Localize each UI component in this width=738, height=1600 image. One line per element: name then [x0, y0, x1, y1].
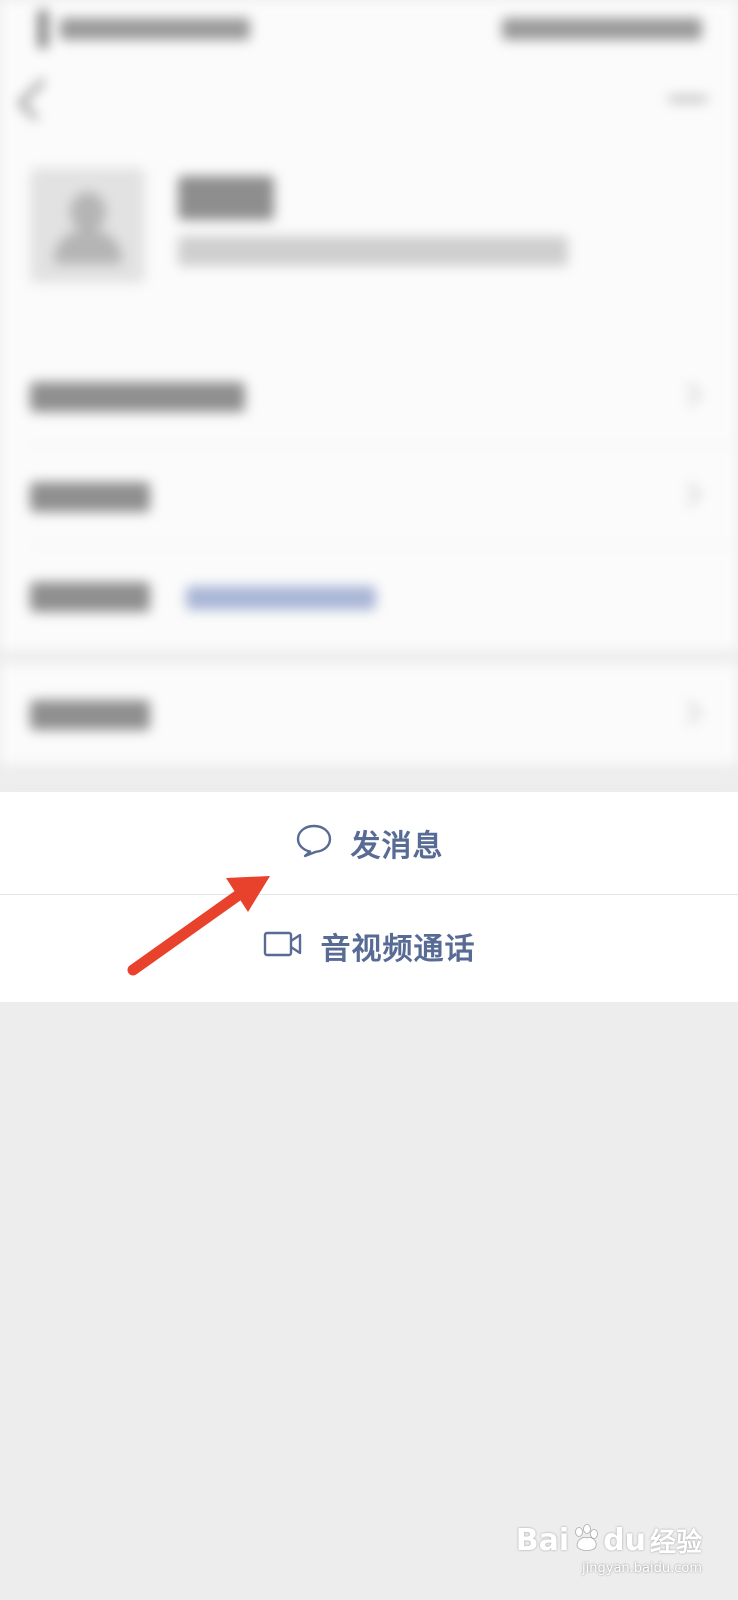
send-message-button[interactable]: 发消息	[0, 792, 738, 894]
screen: 发消息 音视频通话 Bai du 经验 jingyan.baidu.com	[0, 0, 738, 1600]
list-row-permissions[interactable]	[0, 446, 738, 546]
profile-id-redacted	[178, 236, 568, 266]
status-bar	[0, 0, 738, 56]
av-call-label: 音视频通话	[320, 932, 476, 967]
watermark-brand-tail: du	[603, 1523, 646, 1558]
paw-icon	[571, 1523, 601, 1558]
list-row-remarks[interactable]	[0, 346, 738, 446]
chat-bubble-icon	[295, 823, 333, 863]
av-call-button[interactable]: 音视频通话	[0, 895, 738, 997]
status-right-info	[502, 18, 702, 40]
baidu-jingyan-watermark: Bai du 经验 jingyan.baidu.com	[516, 1522, 702, 1576]
avatar-body-shape	[54, 230, 122, 264]
section-gap	[0, 764, 738, 790]
video-camera-icon	[263, 930, 303, 962]
status-left-info	[60, 18, 250, 40]
row-label-redacted	[30, 582, 150, 612]
row-value-link-redacted[interactable]	[186, 586, 376, 610]
chevron-right-icon	[677, 382, 702, 407]
chevron-right-icon	[677, 482, 702, 507]
more-options-icon[interactable]	[668, 96, 708, 102]
row-label-redacted	[30, 482, 150, 512]
row-label-redacted	[30, 382, 245, 412]
section-gap	[0, 650, 738, 664]
watermark-brand-text: Bai	[515, 1523, 570, 1558]
list-row-source	[0, 546, 738, 646]
watermark-url: jingyan.baidu.com	[582, 1561, 702, 1576]
row-label-redacted	[30, 700, 150, 730]
list-row-more-info[interactable]	[0, 664, 738, 764]
send-message-label: 发消息	[350, 829, 444, 864]
back-arrow-icon[interactable]	[17, 78, 60, 121]
chevron-right-icon	[677, 700, 702, 725]
watermark-product-text: 经验	[649, 1528, 702, 1558]
status-indicator-icon	[38, 10, 48, 48]
profile-name-redacted	[178, 176, 274, 220]
action-sheet: 发消息 音视频通话	[0, 792, 738, 1002]
avatar[interactable]	[30, 168, 145, 283]
watermark-logo: Bai du 经验	[516, 1522, 702, 1559]
blurred-profile-area	[0, 0, 738, 790]
avatar-head-shape	[70, 192, 106, 232]
